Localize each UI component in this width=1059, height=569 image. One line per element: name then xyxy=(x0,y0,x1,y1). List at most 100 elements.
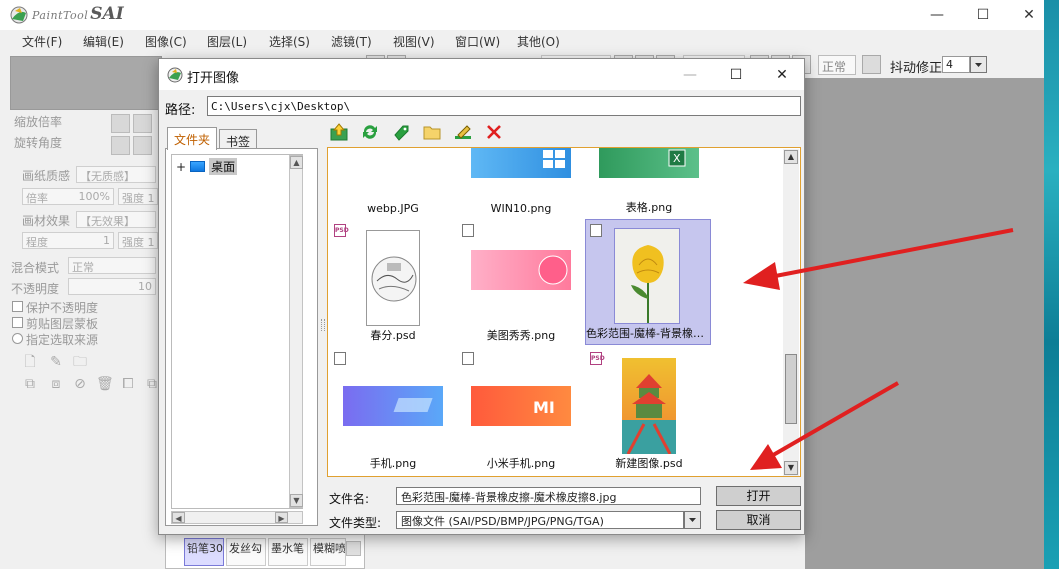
tab-bookmarks[interactable]: 书签 xyxy=(219,129,258,149)
rotate-right-button[interactable] xyxy=(133,136,152,155)
new-layer-set-icon[interactable]: ✎ xyxy=(48,354,64,370)
zoom-out-button[interactable] xyxy=(111,114,130,133)
tree-horizontal-scrollbar[interactable]: ◀ ▶ xyxy=(171,511,303,524)
file-item[interactable]: MI 小米手机.png xyxy=(458,348,584,474)
navigator-preview xyxy=(10,56,162,110)
menu-edit[interactable]: 编辑(E) xyxy=(83,33,124,50)
scroll-down-icon[interactable]: ▼ xyxy=(290,494,303,507)
brush-ink[interactable]: 墨水笔 xyxy=(268,538,308,566)
file-type-icon xyxy=(462,224,474,237)
delete-icon[interactable] xyxy=(484,123,504,141)
file-item-selected[interactable]: 色彩范围-魔棒-背景橡皮擦-魔术橡皮擦8.jpg xyxy=(585,219,712,345)
rotate-left-button[interactable] xyxy=(111,136,130,155)
open-button[interactable]: 打开 xyxy=(716,486,801,506)
file-name: WIN10.png xyxy=(490,202,552,215)
bookmark-tag-icon[interactable] xyxy=(391,123,411,141)
file-item[interactable]: 手机.png xyxy=(330,348,456,474)
new-layer-icon[interactable]: 🗋 xyxy=(22,354,38,370)
brush-pencil[interactable]: 铅笔30 xyxy=(184,538,224,566)
blend-mode-select[interactable]: 正常 xyxy=(818,55,856,75)
menu-layer[interactable]: 图层(L) xyxy=(207,33,247,50)
windows-logo-icon xyxy=(543,150,565,168)
maximize-button[interactable]: ☐ xyxy=(960,0,1006,30)
dialog-close-button[interactable]: ✕ xyxy=(760,59,804,90)
stabilizer-dropdown-button[interactable] xyxy=(970,56,987,73)
clip-layer-checkbox[interactable] xyxy=(12,317,23,328)
scale-field[interactable]: 倍率 100% xyxy=(22,188,114,205)
brush-tray-dropdown[interactable] xyxy=(346,541,361,556)
close-button[interactable]: ✕ xyxy=(1006,0,1052,30)
tree-expand-icon[interactable]: + xyxy=(176,160,186,174)
select-source-radio[interactable] xyxy=(12,333,23,344)
file-item[interactable]: WIN10.png xyxy=(458,148,584,218)
file-item[interactable]: X 表格.png xyxy=(586,148,712,218)
degree-field[interactable]: 程度 1 xyxy=(22,232,114,249)
stabilizer-input[interactable]: 4 xyxy=(942,56,970,73)
strength-field[interactable]: 强度 1 xyxy=(118,188,158,205)
up-folder-icon[interactable] xyxy=(329,123,349,141)
filetype-dropdown-button[interactable] xyxy=(684,511,701,529)
menu-image[interactable]: 图像(C) xyxy=(145,33,187,50)
tree-node-desktop[interactable]: + 桌面 xyxy=(176,158,238,175)
file-grid-scrollbar[interactable]: ▲ ▼ xyxy=(783,149,799,476)
zoom-in-button[interactable] xyxy=(133,114,152,133)
filename-input[interactable]: 色彩范围-魔棒-背景橡皮擦-魔术橡皮擦8.jpg xyxy=(396,487,701,505)
canvas-area[interactable] xyxy=(805,78,1044,569)
minimize-button[interactable]: — xyxy=(914,0,960,30)
clear-layer-icon[interactable]: ⊘ xyxy=(72,376,88,392)
scroll-left-icon[interactable]: ◀ xyxy=(172,512,185,523)
app-title-painttool: PaintTool xyxy=(32,9,89,22)
copy-layer-icon[interactable]: ⧉ xyxy=(22,376,38,392)
blend-mode-label: 混合模式 xyxy=(11,261,60,275)
zoom-label: 缩放倍率 xyxy=(14,115,63,129)
filetype-select[interactable]: 图像文件 (SAI/PSD/BMP/JPG/PNG/TGA) xyxy=(396,511,684,529)
file-thumbnail xyxy=(622,358,676,455)
file-item[interactable]: PSD 新建图像.psd xyxy=(586,348,712,474)
brush-hair[interactable]: 发丝勾 xyxy=(226,538,266,566)
sai-logo-icon xyxy=(10,6,28,24)
brush-blur[interactable]: 模糊喷 xyxy=(310,538,346,566)
rotate-label: 旋转角度 xyxy=(14,136,63,150)
layer-group-icon[interactable]: ⧠ xyxy=(120,376,136,392)
dialog-minimize-button[interactable]: — xyxy=(668,59,712,90)
scroll-up-icon[interactable]: ▲ xyxy=(290,156,303,169)
strength2-value: 1 xyxy=(147,236,155,249)
scroll-down-icon[interactable]: ▼ xyxy=(784,461,798,475)
menu-view[interactable]: 视图(V) xyxy=(393,33,435,50)
file-type-icon xyxy=(334,352,346,365)
meitu-logo-icon xyxy=(538,255,568,285)
delete-layer-icon[interactable]: 🗑 xyxy=(96,376,114,392)
menu-select[interactable]: 选择(S) xyxy=(269,33,310,50)
file-item[interactable]: PSD 春分.psd xyxy=(330,220,456,346)
tree-vertical-scrollbar[interactable]: ▲ ▼ xyxy=(289,155,303,508)
paper-texture-label: 画纸质感 xyxy=(22,169,71,183)
cancel-button[interactable]: 取消 xyxy=(716,510,801,530)
rename-icon[interactable] xyxy=(453,123,473,141)
scroll-thumb[interactable] xyxy=(785,354,797,424)
strength2-field[interactable]: 强度 1 xyxy=(118,232,158,249)
tab-folders[interactable]: 文件夹 xyxy=(167,127,218,150)
merge-layer-icon[interactable]: ⧈ xyxy=(48,376,64,392)
left-panel: 缩放倍率 旋转角度 画纸质感 【无质感】 倍率 100% 强度 1 画材效果 【无… xyxy=(10,56,165,569)
menu-window[interactable]: 窗口(W) xyxy=(455,33,500,50)
opacity-slider[interactable]: 10 xyxy=(68,278,156,295)
new-folder-icon[interactable]: 🗀 xyxy=(72,354,88,370)
toolbar-button[interactable] xyxy=(862,55,881,74)
pane-splitter[interactable] xyxy=(321,319,325,331)
layer-blend-mode-select[interactable]: 正常 xyxy=(68,257,156,274)
preserve-opacity-checkbox[interactable] xyxy=(12,301,23,312)
refresh-icon[interactable] xyxy=(360,123,380,141)
scroll-right-icon[interactable]: ▶ xyxy=(275,512,288,523)
new-folder-icon[interactable] xyxy=(422,123,442,141)
menu-filter[interactable]: 滤镜(T) xyxy=(331,33,372,50)
menu-other[interactable]: 其他(O) xyxy=(517,33,560,50)
menu-file[interactable]: 文件(F) xyxy=(22,33,62,50)
paper-texture-select[interactable]: 【无质感】 xyxy=(76,166,156,183)
path-input[interactable]: C:\Users\cjx\Desktop\ xyxy=(207,96,801,116)
file-item[interactable]: 美图秀秀.png xyxy=(458,220,584,346)
file-item[interactable]: webp.JPG xyxy=(330,148,456,218)
rose-thumbnail-icon xyxy=(631,245,664,323)
canvas-effect-select[interactable]: 【无效果】 xyxy=(76,211,156,228)
dialog-maximize-button[interactable]: ☐ xyxy=(714,59,758,90)
scroll-up-icon[interactable]: ▲ xyxy=(784,150,798,164)
